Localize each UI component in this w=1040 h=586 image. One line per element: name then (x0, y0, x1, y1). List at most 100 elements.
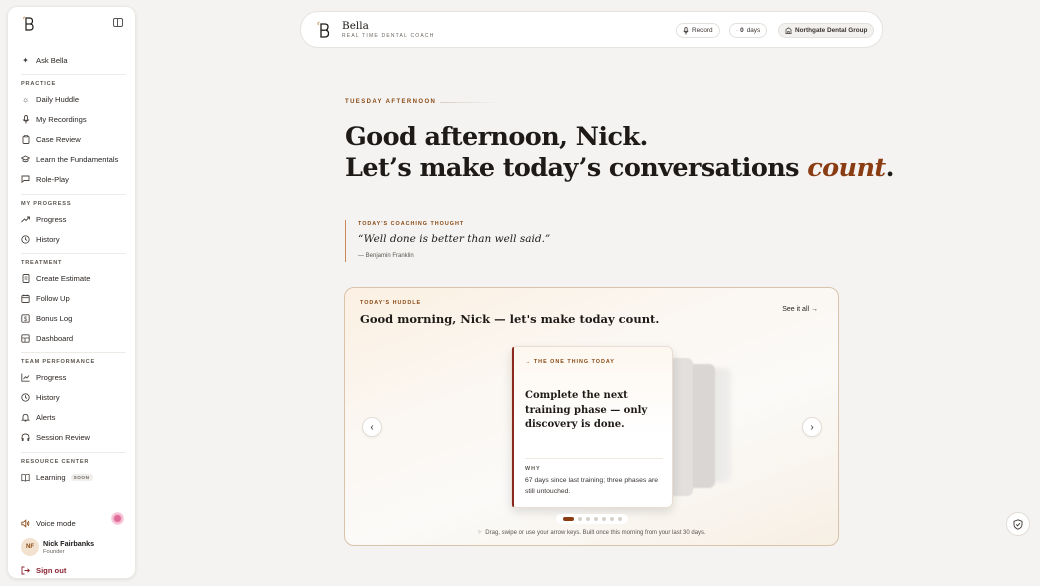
section-resource-center: RESOURCE CENTER (21, 459, 90, 465)
bella-logo-icon[interactable] (315, 21, 331, 39)
sidebar-item-team-history[interactable]: History (21, 390, 60, 404)
shield-check-icon (1013, 518, 1023, 530)
coaching-quote: “Well done is better than well said.” (358, 233, 551, 245)
sidebar-item-label: Progress (36, 214, 67, 224)
eyebrow-rule (440, 102, 498, 103)
sidebar-item-dashboard[interactable]: Dashboard (21, 331, 73, 345)
book-icon (21, 473, 30, 482)
clock-icon (21, 234, 30, 244)
sidebar-item-my-recordings[interactable]: My Recordings (21, 112, 87, 126)
sidebar-item-daily-huddle[interactable]: ☼ Daily Huddle (21, 92, 79, 106)
sidebar-item-label: Session Review (36, 432, 91, 442)
pagination-dot[interactable] (577, 517, 582, 521)
sidebar-item-label: Daily Huddle (36, 94, 80, 104)
sidebar-item-label: Ask Bella (36, 55, 68, 65)
sidebar-item-label: Progress (36, 372, 67, 382)
sidebar-item-learning[interactable]: Learning SOON (21, 470, 93, 484)
sidebar-item-label: Bonus Log (36, 313, 73, 323)
sun-icon: ☼ (21, 94, 30, 104)
streak-dot-icon: · (736, 27, 739, 34)
speaker-icon (21, 518, 30, 528)
quote-accent-bar (345, 220, 346, 262)
sidebar-item-history[interactable]: History (21, 232, 60, 246)
section-my-progress: MY PROGRESS (21, 201, 72, 207)
section-team-performance: TEAM PERFORMANCE (21, 359, 96, 365)
divider (21, 452, 126, 453)
pagination-dot[interactable] (593, 517, 598, 521)
collapse-sidebar-icon[interactable] (113, 18, 123, 27)
sidebar-item-label: History (36, 392, 60, 402)
sidebar-item-follow-up[interactable]: Follow Up (21, 291, 70, 305)
sign-out-label: Sign out (36, 565, 67, 575)
voice-mode-toggle[interactable]: Voice mode (21, 516, 76, 530)
next-card-button[interactable]: › (802, 417, 822, 437)
org-switcher[interactable]: Northgate Dental Group (778, 23, 875, 38)
pagination-dot[interactable] (562, 517, 574, 521)
see-all-link[interactable]: See it all → (782, 306, 818, 313)
sidebar-item-case-review[interactable]: Case Review (21, 132, 81, 146)
drag-icon: ⁘ (477, 530, 483, 536)
sidebar-item-ask-bella[interactable]: ✦ Ask Bella (21, 53, 68, 67)
building-icon (785, 27, 792, 34)
card-eyebrow: → THE ONE THING TODAY (525, 359, 615, 365)
bella-logo-icon[interactable] (20, 16, 36, 32)
pagination-dot[interactable] (585, 517, 590, 521)
headline-period: . (885, 153, 895, 183)
top-bar: Bella REAL TIME DENTAL COACH Record · 0 … (300, 11, 883, 48)
record-button[interactable]: Record (676, 23, 720, 38)
calendar-icon (21, 294, 30, 303)
divider (21, 194, 126, 195)
hint-text: Drag, swipe or use your arrow keys. Buil… (485, 530, 706, 536)
headline-line-1: Good afternoon, Nick. (345, 122, 648, 152)
avatar[interactable]: NF (21, 538, 39, 556)
sidebar-item-bonus-log[interactable]: $ Bonus Log (21, 311, 72, 325)
card-divider (525, 458, 663, 459)
bell-icon (21, 413, 30, 422)
sidebar-item-create-estimate[interactable]: Create Estimate (21, 271, 90, 285)
pagination-dot[interactable] (609, 517, 614, 521)
card-headline: Complete the next training phase — only … (525, 390, 648, 430)
huddle-title: Good morning, Nick — let's make today co… (360, 312, 660, 326)
sidebar-item-session-review[interactable]: Session Review (21, 430, 90, 444)
headline-accent: count (807, 153, 886, 183)
trend-up-icon (21, 215, 30, 224)
sidebar-item-label: Case Review (36, 134, 81, 144)
user-name: Nick Fairbanks (43, 539, 95, 548)
voice-mode-label: Voice mode (36, 518, 76, 528)
sign-out-button[interactable]: Sign out (21, 563, 66, 577)
chevron-right-icon: › (810, 421, 814, 433)
carousel-pagination (556, 514, 628, 524)
sidebar-item-label: Dashboard (36, 333, 74, 343)
headphones-icon (21, 433, 30, 442)
sparkle-icon: ✦ (22, 55, 29, 65)
sidebar-item-label: Alerts (36, 412, 56, 422)
why-text: 67 days since last training; three phase… (525, 477, 658, 495)
sidebar-item-label: Role-Play (36, 174, 69, 184)
sidebar-item-label: Learn the Fundamentals (36, 154, 119, 164)
chat-bubble-icon (21, 175, 30, 184)
quote-label: TODAY'S COACHING THOUGHT (358, 221, 465, 227)
divider (21, 74, 126, 75)
pagination-dot[interactable] (617, 517, 622, 521)
headline-line-2: Let’s make today’s conversations (345, 153, 808, 183)
record-label: Record (692, 27, 713, 34)
sidebar-item-learn-fundamentals[interactable]: Learn the Fundamentals (21, 152, 118, 166)
sidebar-item-role-play[interactable]: Role-Play (21, 172, 69, 186)
sidebar-item-alerts[interactable]: Alerts (21, 410, 55, 424)
chevron-left-icon: ‹ (370, 421, 374, 433)
user-role: Founder (43, 549, 65, 555)
day-eyebrow: TUESDAY AFTERNOON (345, 99, 437, 105)
streak-badge: · 0 days (729, 23, 768, 38)
section-treatment: TREATMENT (21, 260, 63, 266)
sidebar-item-progress[interactable]: Progress (21, 212, 66, 226)
sign-out-icon (21, 566, 30, 575)
previous-card-button[interactable]: ‹ (362, 417, 382, 437)
soon-badge: SOON (70, 473, 93, 481)
pagination-dot[interactable] (601, 517, 606, 521)
clock-icon (21, 392, 30, 402)
voice-orb-icon[interactable] (111, 512, 124, 525)
card-accent-bar (512, 347, 514, 507)
huddle-card[interactable]: → THE ONE THING TODAY Complete the next … (511, 346, 673, 508)
sidebar-item-team-progress[interactable]: Progress (21, 370, 66, 384)
shield-check-button[interactable] (1006, 512, 1030, 536)
